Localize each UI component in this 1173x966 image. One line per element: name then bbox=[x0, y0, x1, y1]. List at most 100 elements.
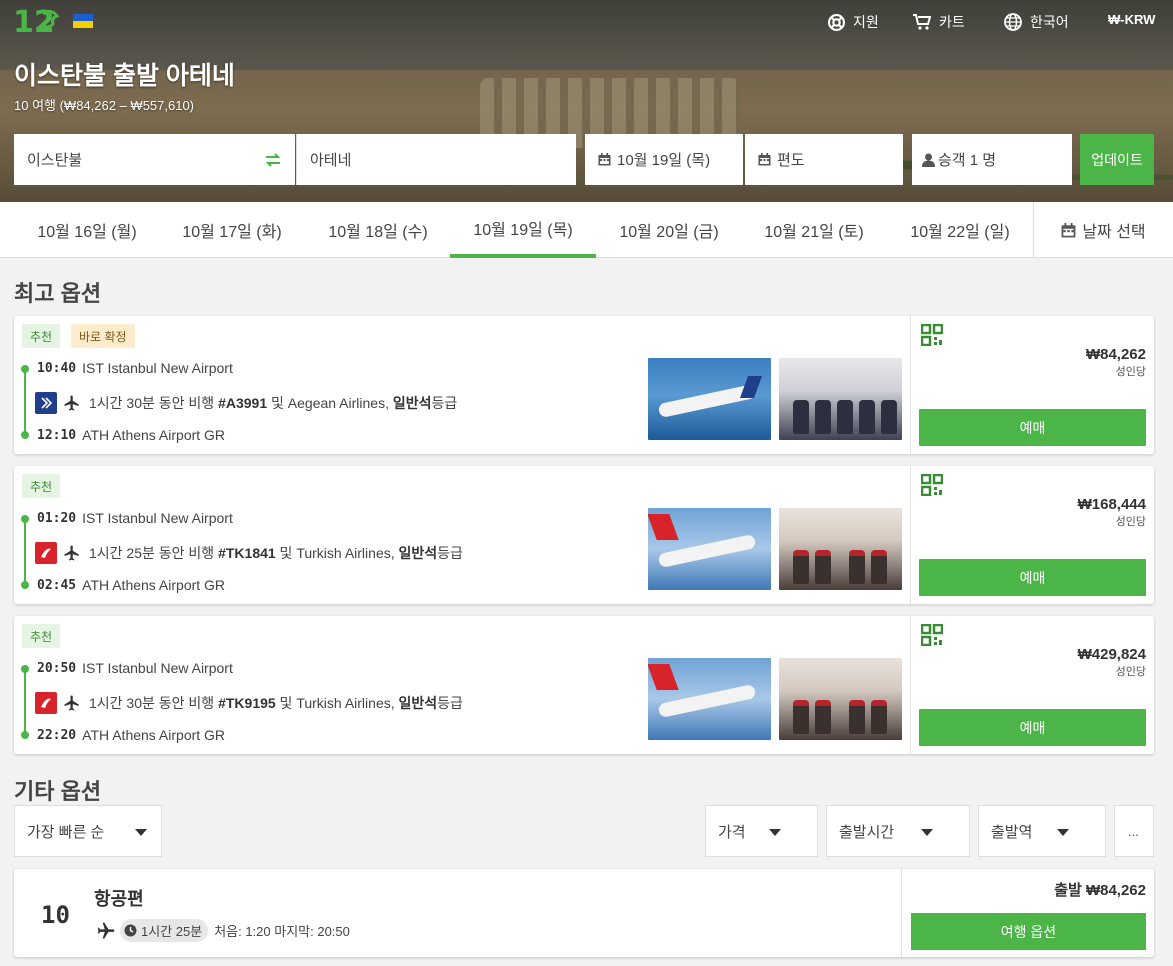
departure-dot bbox=[21, 365, 29, 373]
recommended-badge: 추천 bbox=[22, 474, 61, 498]
plane-icon bbox=[64, 545, 79, 561]
departure-place: IST Istanbul New Airport bbox=[82, 360, 233, 376]
cabin-class: 일반석 bbox=[398, 695, 438, 711]
qr-ticket-icon bbox=[921, 474, 943, 496]
user-icon bbox=[922, 153, 935, 167]
date-picker-button[interactable]: 날짜 선택 bbox=[1033, 202, 1173, 258]
from-field[interactable]: 이스탄불 bbox=[14, 134, 295, 185]
airline-text: 및 Turkish Airlines, bbox=[275, 695, 399, 711]
departure-row: 20:50 IST Istanbul New Airport bbox=[37, 660, 233, 676]
best-options-heading: 최고 옵션 bbox=[14, 281, 102, 306]
arrival-row: 02:45 ATH Athens Airport GR bbox=[37, 577, 225, 593]
top-nav: 12 지원 카트 한국어 ₩-KRW bbox=[0, 0, 1173, 44]
cabin-class: 일반석 bbox=[398, 545, 438, 561]
from-value: 이스탄불 bbox=[27, 152, 83, 169]
flight-info: 1시간 25분 동안 비행 #TK1841 및 Turkish Airlines… bbox=[35, 542, 463, 564]
more-filters-button[interactable]: ... bbox=[1114, 805, 1154, 857]
date-tab-oct-16[interactable]: 10월 16일 (월) bbox=[14, 202, 160, 258]
date-tab-oct-20[interactable]: 10월 20일 (금) bbox=[596, 202, 742, 258]
return-date-field[interactable]: 편도 bbox=[745, 134, 903, 185]
ukraine-flag-icon bbox=[73, 14, 93, 28]
date-tab-oct-19[interactable]: 10월 19일 (목) bbox=[450, 202, 596, 258]
cabin-photo[interactable] bbox=[779, 508, 902, 590]
result-card[interactable]: 추천 20:50 IST Istanbul New Airport 1시간 30… bbox=[14, 616, 1154, 754]
plane-icon bbox=[64, 695, 79, 711]
departure-time-filter-label: 출발시간 bbox=[839, 823, 895, 841]
price-filter[interactable]: 가격 bbox=[705, 805, 818, 857]
flight-duration-text: 1시간 30분 동안 비행 bbox=[89, 695, 219, 711]
flight-number: #TK9195 bbox=[218, 695, 276, 711]
flight-duration-text: 1시간 30분 동안 비행 bbox=[89, 395, 219, 411]
qr-ticket-icon bbox=[921, 624, 943, 646]
nav-cart-label: 카트 bbox=[939, 14, 965, 30]
book-button[interactable]: 예매 bbox=[919, 409, 1146, 446]
date-tab-oct-17[interactable]: 10월 17일 (화) bbox=[159, 202, 305, 258]
price-per-adult: 성인당 bbox=[1115, 366, 1146, 378]
arrival-place: ATH Athens Airport GR bbox=[82, 427, 226, 443]
date-tabs: 10월 16일 (월) 10월 17일 (화) 10월 18일 (수) 10월 … bbox=[0, 202, 1173, 258]
aircraft-photo[interactable] bbox=[648, 658, 771, 740]
update-button[interactable]: 업데이트 bbox=[1080, 134, 1154, 185]
flight-info: 1시간 30분 동안 비행 #A3991 및 Aegean Airlines, … bbox=[35, 392, 457, 414]
calendar-icon bbox=[598, 153, 611, 166]
flight-number: #A3991 bbox=[218, 395, 268, 411]
aegean-logo-icon bbox=[35, 392, 57, 414]
station-filter-label: 출발역 bbox=[991, 823, 1033, 841]
page-subtitle: 10 여행 (₩84,262 – ₩557,610) bbox=[14, 98, 195, 113]
aircraft-photo[interactable] bbox=[648, 358, 771, 440]
arrival-row: 22:20 ATH Athens Airport GR bbox=[37, 727, 225, 743]
chevron-down-icon bbox=[921, 829, 933, 836]
depart-date-field[interactable]: 10월 19일 (목) bbox=[585, 134, 743, 185]
nav-language[interactable]: 한국어 bbox=[1004, 12, 1069, 32]
airline-text: 및 Aegean Airlines, bbox=[267, 395, 393, 411]
to-value: 아테네 bbox=[310, 152, 352, 169]
date-tab-oct-22[interactable]: 10월 22일 (일) bbox=[887, 202, 1033, 258]
departure-dot bbox=[21, 515, 29, 523]
other-options-heading: 기타 옵션 bbox=[14, 779, 102, 804]
globe-icon bbox=[1004, 13, 1022, 31]
lifebuoy-icon bbox=[828, 13, 845, 31]
cabin-photo[interactable] bbox=[779, 658, 902, 740]
result-card[interactable]: 추천 01:20 IST Istanbul New Airport 1시간 25… bbox=[14, 466, 1154, 604]
book-button[interactable]: 예매 bbox=[919, 709, 1146, 746]
to-field[interactable]: 아테네 bbox=[296, 134, 576, 185]
result-card[interactable]: 추천 바로 확정 10:40 IST Istanbul New Airport … bbox=[14, 316, 1154, 454]
trip-options-button[interactable]: 여행 옵션 bbox=[911, 913, 1146, 950]
aircraft-photo[interactable] bbox=[648, 508, 771, 590]
cabin-photo[interactable] bbox=[779, 358, 902, 440]
station-filter[interactable]: 출발역 bbox=[978, 805, 1106, 857]
cart-icon bbox=[913, 14, 931, 30]
turkish-airlines-logo-icon bbox=[35, 542, 57, 564]
nav-support[interactable]: 지원 bbox=[828, 12, 879, 32]
departure-time: 01:20 bbox=[37, 510, 77, 526]
date-tab-oct-21[interactable]: 10월 21일 (토) bbox=[741, 202, 887, 258]
swap-icon[interactable] bbox=[264, 152, 282, 168]
chevron-down-icon bbox=[135, 829, 147, 836]
airline-text: 및 Turkish Airlines, bbox=[275, 545, 399, 561]
route-line bbox=[24, 518, 26, 586]
nav-currency[interactable]: ₩-KRW bbox=[1108, 12, 1155, 27]
flight-group-card[interactable]: 10 항공편 1시간 25분 처음: 1:20 마지막: 20:50 출발 ₩8… bbox=[14, 869, 1154, 957]
instant-confirm-badge: 바로 확정 bbox=[71, 324, 135, 348]
plane-icon bbox=[64, 395, 79, 411]
passenger-field[interactable]: 승객 1 명 bbox=[912, 134, 1072, 185]
sort-select[interactable]: 가장 빠른 순 bbox=[14, 805, 162, 857]
departure-place: IST Istanbul New Airport bbox=[82, 510, 233, 526]
sort-select-value: 가장 빠른 순 bbox=[27, 823, 105, 841]
logo-icon[interactable]: 12 bbox=[13, 4, 63, 38]
page-title: 이스탄불 출발 아테네 bbox=[14, 62, 235, 90]
qr-ticket-icon bbox=[921, 324, 943, 346]
price-filter-label: 가격 bbox=[718, 823, 746, 841]
price: ₩84,262 bbox=[1085, 346, 1146, 363]
group-title: 항공편 bbox=[94, 889, 144, 909]
depart-date-value: 10월 19일 (목) bbox=[617, 152, 711, 169]
nav-cart[interactable]: 카트 bbox=[913, 12, 965, 32]
departure-time: 10:40 bbox=[37, 360, 77, 376]
book-button[interactable]: 예매 bbox=[919, 559, 1146, 596]
arrival-place: ATH Athens Airport GR bbox=[82, 727, 226, 743]
departure-time-filter[interactable]: 출발시간 bbox=[826, 805, 970, 857]
date-tab-oct-18[interactable]: 10월 18일 (수) bbox=[305, 202, 451, 258]
chevron-down-icon bbox=[769, 829, 781, 836]
group-meta: 1시간 25분 처음: 1:20 마지막: 20:50 bbox=[96, 919, 350, 942]
recommended-badge: 추천 bbox=[22, 324, 61, 348]
